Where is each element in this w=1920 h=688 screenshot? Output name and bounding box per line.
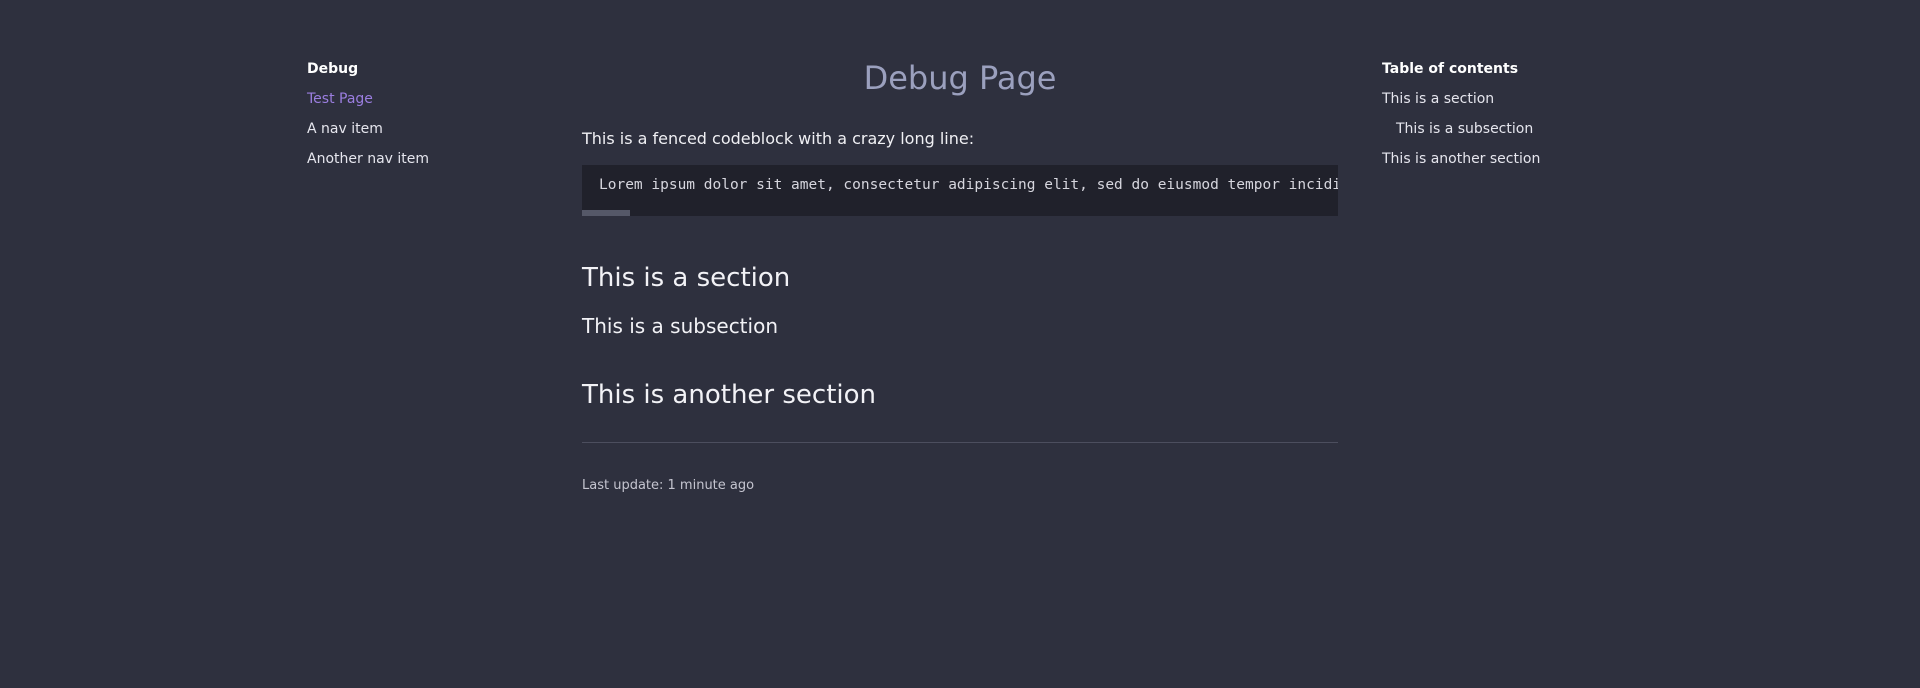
subsection-heading: This is a subsection <box>582 314 778 338</box>
sidebar-item-another-nav-item[interactable]: Another nav item <box>307 149 547 169</box>
sidebar-item-a-nav-item[interactable]: A nav item <box>307 119 547 139</box>
code-line: Lorem ipsum dolor sit amet, consectetur … <box>599 177 1338 193</box>
sidebar-nav: Debug Test Page A nav item Another nav i… <box>307 59 547 169</box>
another-section-heading: This is another section <box>582 380 877 410</box>
sidebar-item-test-page[interactable]: Test Page <box>307 89 547 109</box>
main-content: Debug Page This is a fenced codeblock wi… <box>582 58 1338 493</box>
code-block[interactable]: Lorem ipsum dolor sit amet, consectetur … <box>582 165 1338 216</box>
code-scrollbar[interactable] <box>582 210 630 216</box>
intro-paragraph: This is a fenced codeblock with a crazy … <box>582 129 975 148</box>
toc-item-another-section[interactable]: This is another section <box>1382 149 1622 169</box>
last-update-text: Last update: 1 minute ago <box>582 478 755 493</box>
page-title: Debug Page <box>863 59 1057 97</box>
toc-item-section[interactable]: This is a section <box>1382 89 1622 109</box>
toc-item-subsection[interactable]: This is a subsection <box>1382 119 1622 139</box>
toc-heading: Table of contents <box>1382 61 1519 77</box>
sidebar-heading: Debug <box>307 61 359 77</box>
section-heading: This is a section <box>582 263 791 293</box>
divider <box>582 442 1338 443</box>
table-of-contents: Table of contents This is a section This… <box>1382 59 1622 169</box>
